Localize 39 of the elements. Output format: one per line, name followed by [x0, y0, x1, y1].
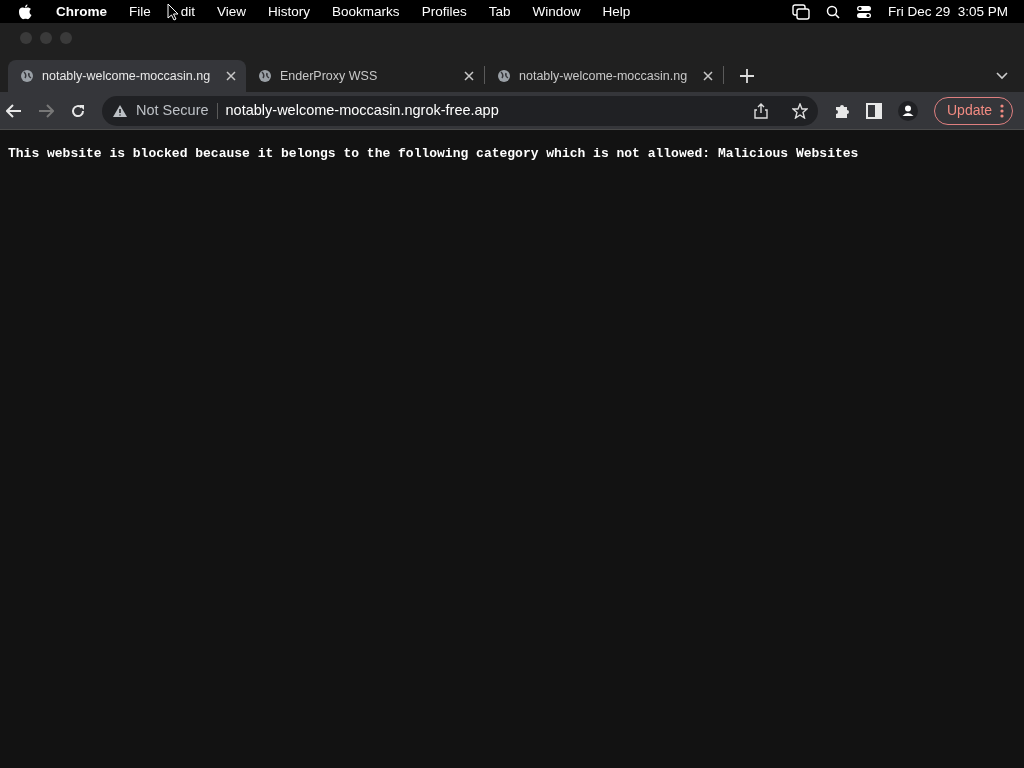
- back-arrow-icon[interactable]: [6, 103, 22, 118]
- menu-bar-clock[interactable]: Fri Dec 29 3:05 PM: [887, 0, 1008, 23]
- address-bar[interactable]: Not Secure notably-welcome-moccasin.ngrok-free.app: [102, 95, 818, 126]
- globe-icon: [20, 69, 34, 83]
- menu-item[interactable]: Tab: [488, 0, 511, 23]
- control-center-icon[interactable]: [855, 4, 872, 19]
- more-vertical-icon: [1000, 103, 1005, 118]
- star-icon[interactable]: [792, 102, 808, 119]
- browser-tab[interactable]: notably-welcome-moccasin.ng: [485, 60, 723, 92]
- globe-icon: [497, 69, 511, 83]
- warning-icon: [112, 103, 128, 118]
- chevron-down-icon[interactable]: [996, 72, 1008, 80]
- close-icon[interactable]: [703, 71, 713, 81]
- side-panel-icon[interactable]: [866, 102, 882, 119]
- menu-item[interactable]: Window: [532, 0, 581, 23]
- menu-item[interactable]: File: [129, 0, 151, 23]
- puzzle-piece-icon[interactable]: [834, 102, 850, 119]
- url-text: notably-welcome-moccasin.ngrok-free.app: [225, 100, 499, 120]
- new-tab-icon[interactable]: [740, 69, 754, 83]
- reload-icon[interactable]: [70, 102, 86, 119]
- globe-icon: [258, 69, 272, 83]
- security-label[interactable]: Not Secure: [136, 99, 209, 122]
- menu-item[interactable]: View: [217, 0, 247, 23]
- share-icon[interactable]: [754, 102, 768, 119]
- menu-item[interactable]: Profiles: [421, 0, 467, 23]
- profile-icon[interactable]: [898, 100, 918, 121]
- blocked-message: This website is blocked because it belongs to the following category which is not allowed: Malicious Websites: [7, 145, 860, 163]
- apple-icon[interactable]: [18, 3, 32, 20]
- windows-icon[interactable]: [791, 3, 810, 20]
- close-icon[interactable]: [226, 71, 236, 81]
- browser-tab[interactable]: EnderProxy WSS: [246, 60, 484, 92]
- menu-item[interactable]: Bookmarks: [332, 0, 400, 23]
- forward-arrow-icon[interactable]: [38, 103, 54, 118]
- menu-item[interactable]: History: [268, 0, 311, 23]
- menu-item[interactable]: Help: [602, 0, 631, 23]
- app-menu[interactable]: Chrome: [56, 0, 107, 23]
- browser-tab[interactable]: notably-welcome-moccasin.ng: [8, 60, 246, 92]
- close-icon[interactable]: [464, 71, 474, 81]
- search-icon[interactable]: [825, 4, 840, 19]
